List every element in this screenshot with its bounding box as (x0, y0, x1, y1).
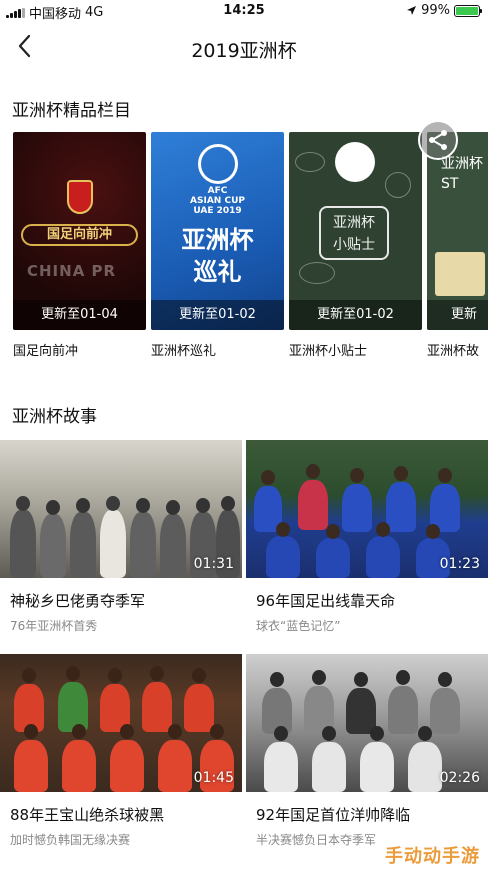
story-subtitle: 球衣“蓝色记忆” (256, 619, 341, 633)
cover-title-text: 亚洲杯 巡礼 (181, 226, 254, 286)
share-button[interactable] (418, 120, 458, 160)
column-card-xunli[interactable]: AFC ASIAN CUP UAE 2019 亚洲杯 巡礼 更新至01-02 亚… (151, 132, 284, 359)
status-bar: 中国移动 4G 14:25 99% (0, 0, 488, 22)
story-card[interactable]: 01:45 88年王宝山绝杀球被黑 加时憾负韩国无缘决赛 (0, 654, 242, 848)
story-card[interactable]: 01:31 神秘乡巴佬勇夺季军 76年亚洲杯首秀 (0, 440, 242, 634)
update-label: 更新至01-04 (13, 300, 146, 330)
cfa-emblem-icon (67, 180, 93, 214)
cover-title-text: 亚洲杯 ST (441, 156, 483, 192)
afc-asian-cup-logo-icon (198, 144, 238, 184)
book-icon (435, 252, 485, 296)
column-name: 国足向前冲 (13, 344, 79, 359)
story-card[interactable]: 02:26 92年国足首位洋帅降临 半决赛憾负日本夺季军 (246, 654, 488, 848)
cover-banner-text: 国足向前冲 (21, 224, 138, 246)
story-thumbnail[interactable]: 02:26 (246, 654, 488, 792)
battery-percent: 99% (421, 3, 450, 18)
columns-carousel[interactable]: 国足向前冲 CHINA PR 更新至01-04 国足向前冲 AFC ASIAN … (0, 132, 488, 372)
story-thumbnail[interactable]: 01:45 (0, 654, 242, 792)
cover-subtext: CHINA PR (27, 262, 117, 280)
update-label: 更新至01-02 (151, 300, 284, 330)
stories-section-title: 亚洲杯故事 (12, 407, 97, 427)
update-label: 更新 (427, 300, 488, 330)
video-duration: 02:26 (439, 770, 480, 786)
column-card-tieshi[interactable]: 亚洲杯 小贴士 更新至01-02 亚洲杯小贴士 (289, 132, 422, 359)
story-thumbnail[interactable]: 01:31 (0, 440, 242, 578)
update-label: 更新至01-02 (289, 300, 422, 330)
column-cover[interactable]: 国足向前冲 CHINA PR 更新至01-04 (13, 132, 146, 330)
nav-bar: 2019亚洲杯 (0, 22, 488, 74)
video-duration: 01:31 (193, 556, 234, 572)
page-title: 2019亚洲杯 (191, 40, 297, 62)
battery-icon (454, 4, 482, 17)
watermark-logo: 手动动手游 (385, 846, 480, 867)
column-card-guozu[interactable]: 国足向前冲 CHINA PR 更新至01-04 国足向前冲 (13, 132, 146, 359)
status-right: 99% (406, 3, 482, 18)
story-card[interactable]: 01:23 96年国足出线靠天命 球衣“蓝色记忆” (246, 440, 488, 634)
story-title: 92年国足首位洋帅降临 (256, 806, 411, 824)
story-title: 88年王宝山绝杀球被黑 (10, 806, 165, 824)
location-arrow-icon (407, 6, 417, 15)
column-cover[interactable]: AFC ASIAN CUP UAE 2019 亚洲杯 巡礼 更新至01-02 (151, 132, 284, 330)
story-subtitle: 76年亚洲杯首秀 (10, 619, 98, 633)
battery-level (456, 6, 478, 15)
asian-cup-logo-icon (335, 142, 375, 182)
video-duration: 01:45 (193, 770, 234, 786)
column-name: 亚洲杯小贴士 (289, 344, 368, 359)
column-name: 亚洲杯故 (427, 344, 480, 359)
video-duration: 01:23 (439, 556, 480, 572)
story-title: 96年国足出线靠天命 (256, 592, 396, 610)
cover-logo-text: AFC ASIAN CUP UAE 2019 (190, 186, 245, 216)
columns-section-title: 亚洲杯精品栏目 (12, 101, 131, 121)
story-title: 神秘乡巴佬勇夺季军 (10, 592, 146, 610)
share-icon (429, 130, 447, 150)
column-cover[interactable]: 亚洲杯 小贴士 更新至01-02 (289, 132, 422, 330)
speech-bubble: 亚洲杯 小贴士 (319, 206, 389, 260)
story-thumbnail[interactable]: 01:23 (246, 440, 488, 578)
column-card-gushi[interactable]: 亚洲杯 ST 更新 亚洲杯故 (427, 132, 488, 359)
story-subtitle: 加时憾负韩国无缘决赛 (10, 833, 131, 847)
column-name: 亚洲杯巡礼 (151, 344, 217, 359)
